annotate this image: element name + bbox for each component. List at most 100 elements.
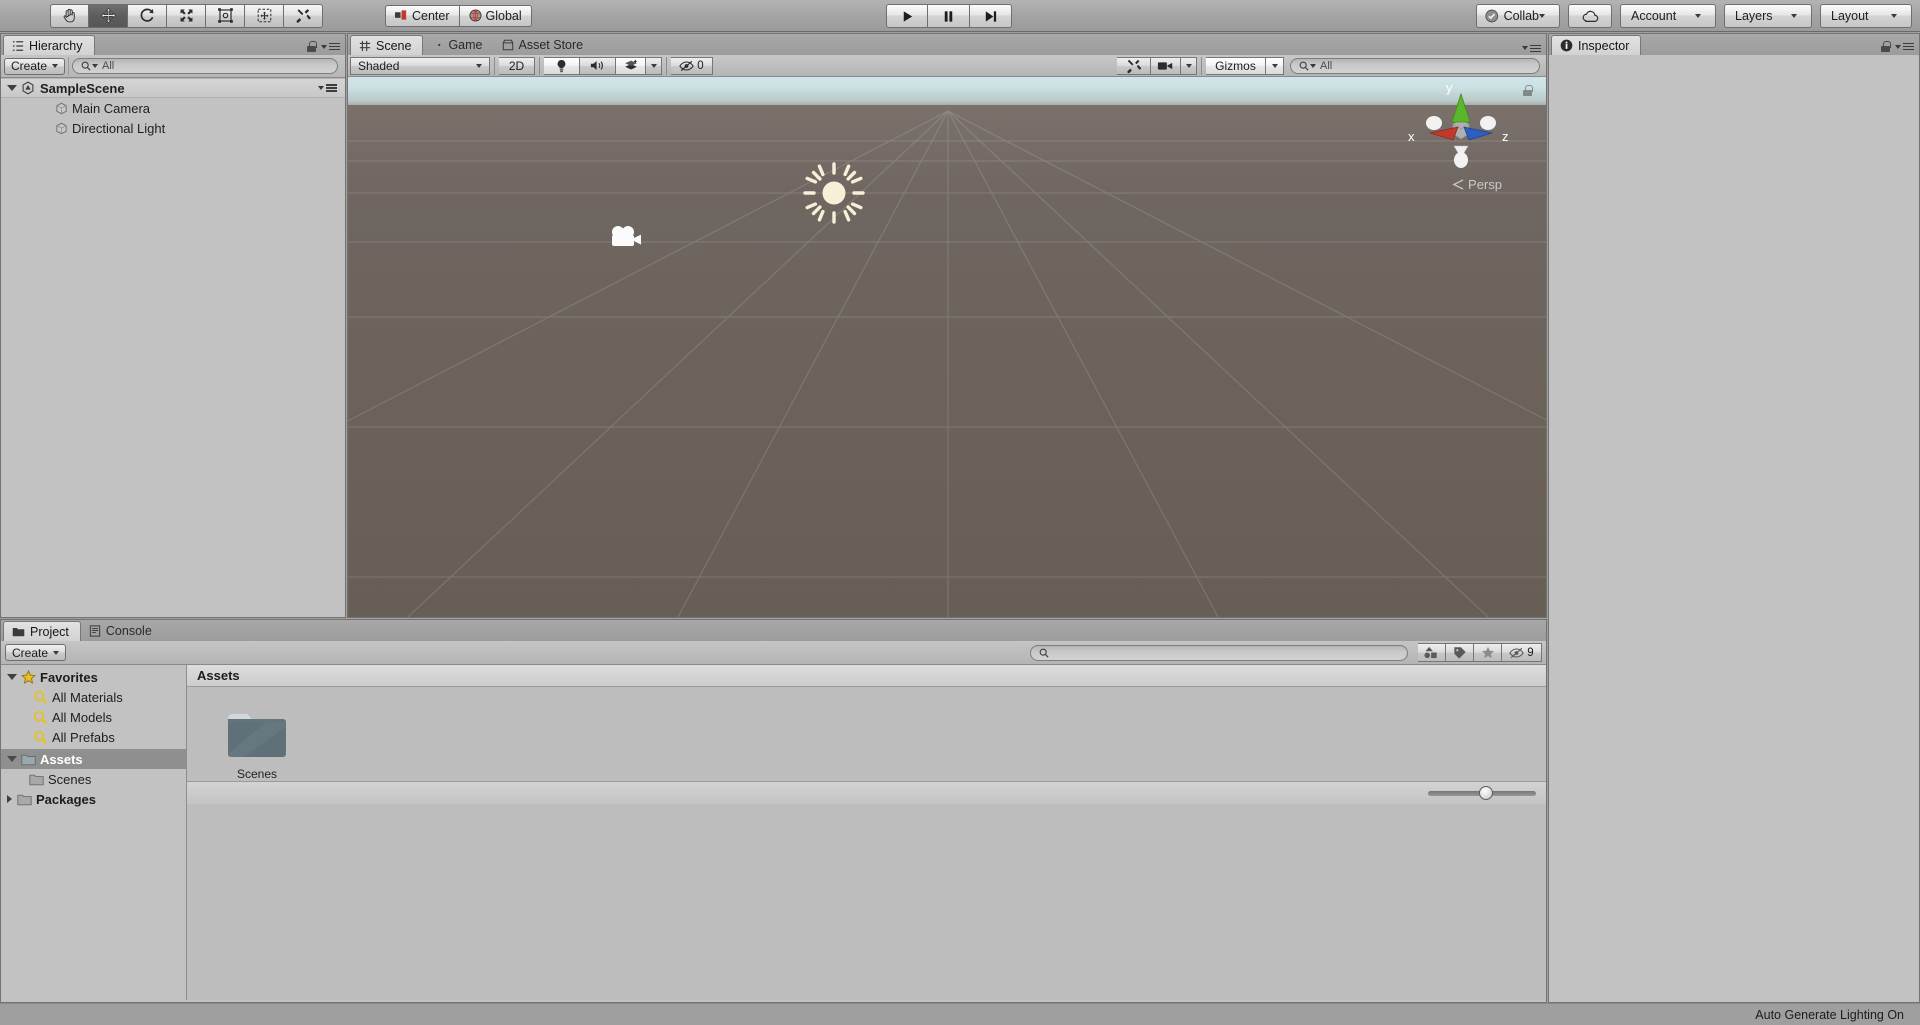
scene-camera-view-label[interactable]: Persp <box>1452 177 1502 192</box>
tab-asset-store[interactable]: Asset Store <box>494 35 595 55</box>
scene-axis-gizmo[interactable]: y x z <box>1406 80 1516 190</box>
expand-triangle-icon[interactable] <box>7 674 17 680</box>
project-tree-item-assets[interactable]: Assets <box>1 749 186 769</box>
scene-lighting-toggle[interactable] <box>544 56 580 75</box>
gameobject-icon <box>56 102 67 114</box>
folder-icon <box>12 628 25 637</box>
custom-tool-button[interactable] <box>284 3 323 28</box>
layout-button[interactable]: Layout <box>1820 4 1912 28</box>
hierarchy-search-input[interactable]: All <box>72 58 338 74</box>
project-tree-item-scenes[interactable]: Scenes <box>1 769 186 789</box>
hand-tool-button[interactable] <box>50 3 89 28</box>
gizmos-button[interactable]: Gizmos <box>1206 56 1266 75</box>
lock-icon[interactable] <box>1881 41 1891 52</box>
scene-fx-dropdown[interactable] <box>646 56 662 75</box>
draw-mode-dropdown[interactable]: Shaded <box>350 56 490 75</box>
filter-by-type-button[interactable] <box>1418 643 1446 662</box>
hierarchy-create-button[interactable]: Create <box>4 57 66 75</box>
project-search-input[interactable] <box>1030 644 1408 661</box>
scene-grid <box>348 110 1546 617</box>
project-tree-item-packages[interactable]: Packages <box>1 789 186 809</box>
play-button[interactable] <box>886 4 928 28</box>
tab-project[interactable]: Project <box>3 621 81 641</box>
scene-tools-button[interactable] <box>1117 56 1151 75</box>
tag-icon <box>1453 647 1466 659</box>
hierarchy-item-label: Directional Light <box>72 120 166 136</box>
scene-fx-toggle[interactable] <box>616 56 646 75</box>
pause-button[interactable] <box>928 4 970 28</box>
project-create-button[interactable]: Create <box>5 644 67 661</box>
scene-gizmo-lock-icon[interactable] <box>1523 85 1533 96</box>
project-create-label: Create <box>12 645 49 660</box>
project-tree-label: Favorites <box>40 669 98 685</box>
axis-label-z: z <box>1502 129 1509 144</box>
search-icon <box>1039 648 1049 658</box>
transform-tool-button[interactable] <box>245 3 284 28</box>
gizmos-dropdown[interactable] <box>1266 56 1284 75</box>
hierarchy-tree: SampleScene Main Camera Directional Ligh… <box>1 78 345 138</box>
slider-knob[interactable] <box>1478 786 1493 800</box>
directional-light-gizmo-icon[interactable] <box>803 162 865 224</box>
scene-viewport[interactable]: y x z Persp <box>348 77 1546 617</box>
services-cloud-button[interactable] <box>1568 4 1612 28</box>
collab-button[interactable]: Collab <box>1476 4 1560 28</box>
pivot-mode-button[interactable]: Center <box>385 4 460 27</box>
project-tree-item-favorites[interactable]: Favorites <box>1 667 186 687</box>
status-bar: Auto Generate Lighting On <box>0 1003 1920 1025</box>
pivot-rotation-button[interactable]: Global <box>459 4 532 27</box>
hierarchy-item-directional-light[interactable]: Directional Light <box>1 118 345 138</box>
pivot-mode-label: Center <box>412 8 450 23</box>
hierarchy-item-label: Main Camera <box>72 100 151 116</box>
tab-hierarchy[interactable]: Hierarchy <box>3 35 95 55</box>
expand-triangle-icon[interactable] <box>7 795 12 803</box>
folder-icon <box>17 794 32 805</box>
expand-triangle-icon[interactable] <box>7 756 17 762</box>
layers-button[interactable]: Layers <box>1724 4 1812 28</box>
project-tree-item-all-prefabs[interactable]: All Prefabs <box>1 727 186 747</box>
tab-inspector[interactable]: Inspector <box>1551 35 1642 55</box>
panel-menu-icon[interactable] <box>1895 42 1914 51</box>
project-tree-item-all-materials[interactable]: All Materials <box>1 687 186 707</box>
panel-menu-icon[interactable] <box>1522 44 1541 52</box>
hierarchy-subbar: Create All <box>1 55 345 78</box>
toggle-2d-button[interactable]: 2D <box>499 56 535 75</box>
project-visibility-toggle[interactable]: 9 <box>1502 643 1542 662</box>
tab-scene[interactable]: Scene <box>350 35 424 55</box>
filter-by-label-button[interactable] <box>1446 643 1474 662</box>
rotate-tool-button[interactable] <box>128 3 167 28</box>
gizmos-label: Gizmos <box>1215 58 1256 73</box>
camera-gizmo-icon[interactable] <box>608 224 644 250</box>
scene-search-input[interactable]: All <box>1290 57 1540 74</box>
move-tool-button[interactable] <box>89 3 128 28</box>
step-button[interactable] <box>970 4 1012 28</box>
folder-icon <box>21 754 36 765</box>
tab-console[interactable]: Console <box>81 621 163 641</box>
scene-camera-settings-button[interactable] <box>1151 56 1181 75</box>
scene-audio-toggle[interactable] <box>580 56 616 75</box>
tab-inspector-label: Inspector <box>1578 38 1630 53</box>
account-button[interactable]: Account <box>1620 4 1716 28</box>
panel-menu-icon[interactable] <box>321 42 340 51</box>
scene-visibility-toggle[interactable]: 0 <box>671 56 713 75</box>
hierarchy-item-main-camera[interactable]: Main Camera <box>1 98 345 118</box>
speaker-icon <box>590 61 603 70</box>
asset-item-scenes[interactable]: Scenes <box>211 709 303 781</box>
info-icon <box>1560 39 1573 52</box>
scene-camera-view-text: Persp <box>1468 177 1502 192</box>
scene-search-placeholder: All <box>1320 59 1333 72</box>
chevron-down-icon <box>1539 14 1545 18</box>
cloud-icon <box>1582 10 1599 22</box>
favorites-filter-button[interactable] <box>1474 643 1502 662</box>
scene-toolbar: Shaded 2D 0 Gizmos All <box>348 55 1546 77</box>
tab-game[interactable]: Game <box>423 35 493 55</box>
hierarchy-scene-row[interactable]: SampleScene <box>1 78 345 98</box>
scene-camera-dropdown[interactable] <box>1181 56 1197 75</box>
hierarchy-panel: Hierarchy Create All SampleScene Main Ca… <box>0 33 346 618</box>
expand-triangle-icon[interactable] <box>7 85 17 91</box>
project-tree-item-all-models[interactable]: All Models <box>1 707 186 727</box>
asset-zoom-slider[interactable] <box>1428 786 1536 800</box>
lock-icon[interactable] <box>307 41 317 52</box>
rect-tool-button[interactable] <box>206 3 245 28</box>
scene-row-menu-icon[interactable] <box>318 84 337 92</box>
scale-tool-button[interactable] <box>167 3 206 28</box>
